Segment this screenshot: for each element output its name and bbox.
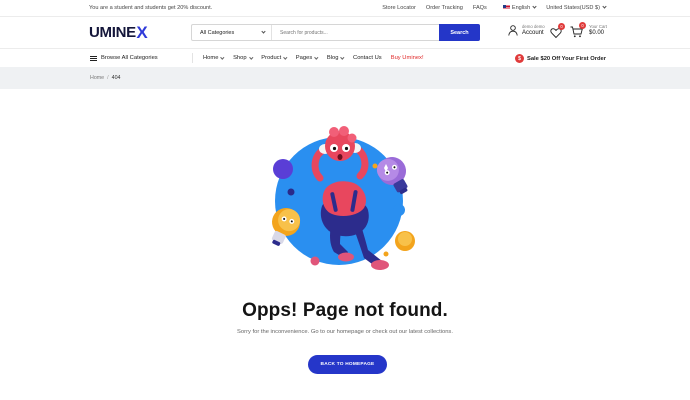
user-icon	[508, 25, 518, 36]
wishlist-button[interactable]: 0	[550, 23, 565, 39]
browse-categories-button[interactable]: Browse All Categories	[90, 55, 192, 61]
nav-item-contact[interactable]: Contact Us	[353, 55, 382, 61]
nav-item-pages[interactable]: Pages	[296, 55, 319, 61]
top-bar-links: Store Locator Order Tracking FAQs Englis…	[372, 4, 607, 11]
menu-icon	[90, 55, 97, 61]
chevron-down-icon	[249, 55, 253, 60]
category-select[interactable]: All Categories	[192, 25, 272, 40]
nav-menu: Home Shop Product Pages Blog Contact Us …	[203, 55, 433, 61]
category-label: All Categories	[200, 29, 235, 36]
back-to-homepage-button[interactable]: BACK TO HOMEPAGE	[308, 355, 387, 374]
chevron-down-icon	[261, 29, 266, 34]
account-link[interactable]: demo demo Account	[508, 24, 545, 36]
search-button[interactable]: Search	[439, 24, 480, 41]
site-logo[interactable]: UMINE X	[89, 22, 148, 43]
sale-label: Sale $20 Off Your First Order	[526, 55, 606, 62]
nav-item-home[interactable]: Home	[203, 55, 225, 61]
browse-label: Browse All Categories	[101, 55, 158, 61]
logo-accent: X	[136, 22, 148, 42]
sale-badge-icon: $	[514, 54, 524, 63]
nav-item-buy[interactable]: Buy Uminex!	[391, 55, 424, 61]
top-bar: You are a student and students get 20% d…	[0, 0, 690, 17]
page-title: Opps! Page not found.	[242, 300, 448, 321]
store-locator-link[interactable]: Store Locator	[382, 5, 416, 11]
chevron-down-icon	[602, 4, 607, 9]
logo-text: UMINE	[89, 24, 136, 41]
chevron-down-icon	[314, 55, 319, 60]
page-description: Sorry for the inconvenience. Go to our h…	[237, 329, 453, 335]
breadcrumb-current: 404	[111, 75, 121, 81]
nav-item-product[interactable]: Product	[261, 55, 288, 61]
nav-item-blog[interactable]: Blog	[327, 55, 345, 61]
search-bar: All Categories Search	[191, 24, 480, 41]
nav-divider	[192, 53, 193, 63]
breadcrumb: Home / 404	[0, 67, 690, 89]
wishlist-count-badge: 0	[558, 23, 565, 30]
account-label: Account	[522, 29, 544, 36]
currency-select[interactable]: United States(USD $)	[546, 4, 607, 11]
chevron-down-icon	[532, 4, 537, 9]
nav-item-shop[interactable]: Shop	[233, 55, 253, 61]
flag-us-icon	[502, 5, 510, 10]
order-tracking-link[interactable]: Order Tracking	[426, 5, 463, 11]
not-found-illustration	[271, 126, 415, 270]
currency-label: United States(USD $)	[546, 5, 600, 11]
sale-promo[interactable]: $ Sale $20 Off Your First Order	[514, 54, 606, 63]
search-input[interactable]	[272, 25, 439, 40]
breadcrumb-home[interactable]: Home	[90, 75, 104, 81]
cart-total: $0.00	[589, 30, 605, 37]
cart-button[interactable]: 0 Your Cart $0.00	[570, 22, 607, 38]
breadcrumb-separator: /	[107, 75, 109, 81]
chevron-down-icon	[220, 55, 225, 60]
faqs-link[interactable]: FAQs	[473, 5, 487, 11]
site-header: UMINEX All Categories Search demo demo A…	[0, 17, 690, 48]
main-nav: Browse All Categories Home Shop Product …	[0, 48, 690, 67]
language-label: English	[511, 5, 531, 11]
chevron-down-icon	[340, 55, 345, 60]
chevron-down-icon	[283, 55, 288, 60]
promo-text: You are a student and students get 20% d…	[89, 5, 213, 11]
cart-count-badge: 0	[579, 22, 586, 29]
language-select[interactable]: English	[502, 4, 537, 11]
